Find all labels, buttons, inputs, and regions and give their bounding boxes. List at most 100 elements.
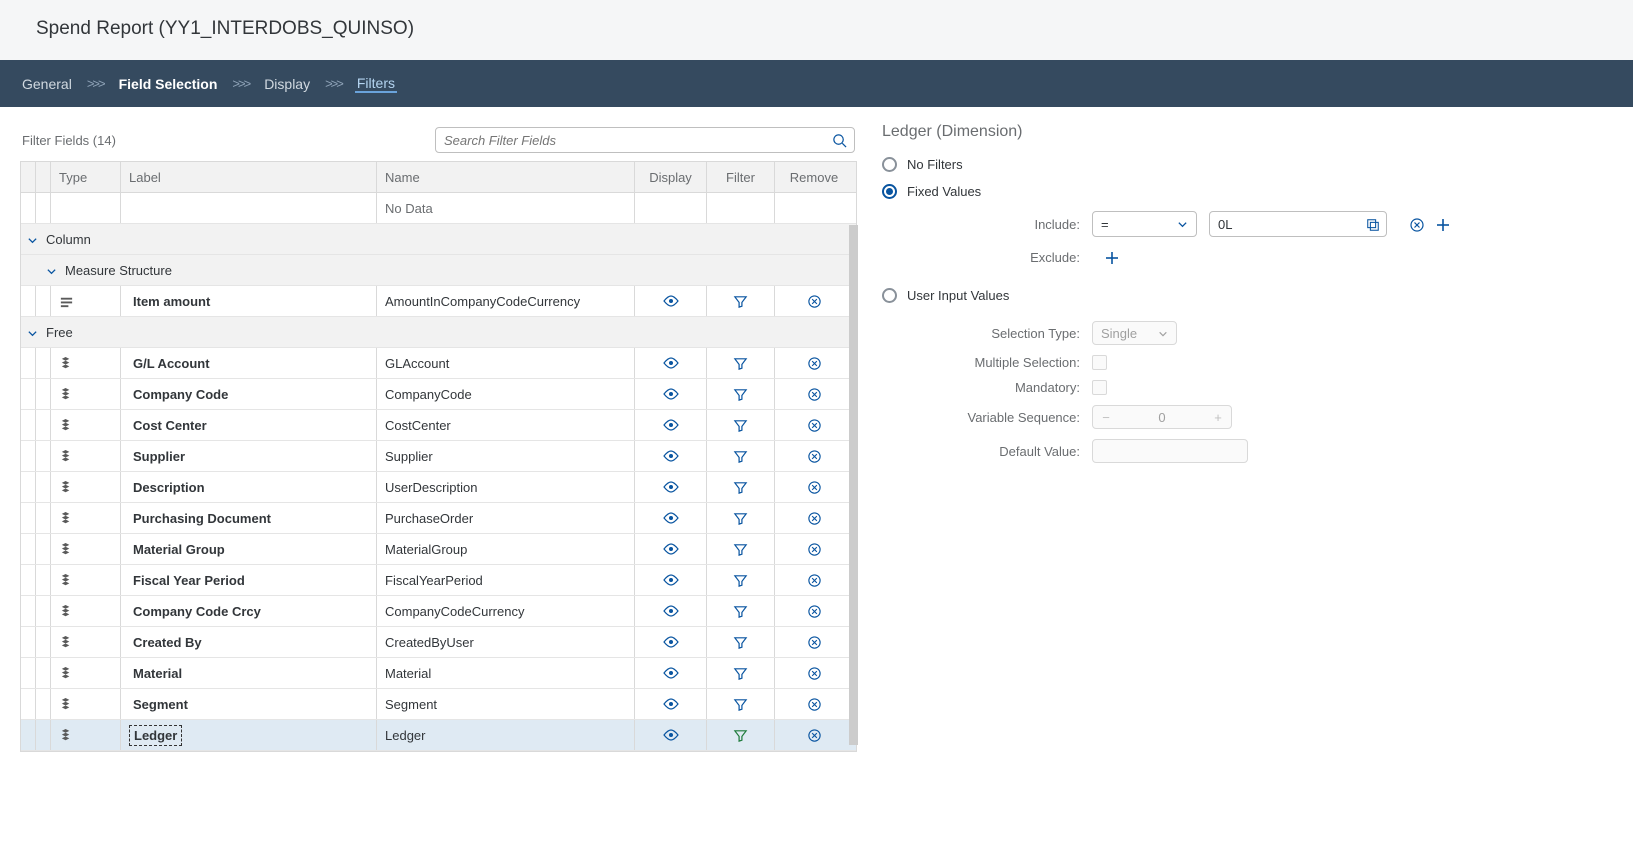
remove-icon[interactable] <box>807 665 822 681</box>
scrollbar[interactable] <box>849 225 858 745</box>
display-toggle-icon[interactable] <box>663 479 679 496</box>
display-toggle-icon[interactable] <box>663 603 679 620</box>
filter-icon[interactable] <box>733 510 748 526</box>
col-type[interactable]: Type <box>51 162 121 192</box>
display-toggle-icon[interactable] <box>663 355 679 372</box>
table-row[interactable]: G/L AccountGLAccount <box>21 348 856 379</box>
remove-icon[interactable] <box>807 417 822 433</box>
filter-icon[interactable] <box>733 417 748 433</box>
table-row[interactable]: SegmentSegment <box>21 689 856 720</box>
filter-icon[interactable] <box>733 727 748 743</box>
filter-fields-table: Type Label Name Display Filter Remove No… <box>20 161 857 752</box>
filter-icon[interactable] <box>733 355 748 371</box>
table-row[interactable]: Company Code CrcyCompanyCodeCurrency <box>21 596 856 627</box>
radio-fixed-values[interactable]: Fixed Values <box>882 184 1603 199</box>
display-toggle-icon[interactable] <box>663 665 679 682</box>
group-row[interactable]: Measure Structure <box>21 255 856 286</box>
col-name[interactable]: Name <box>377 162 635 192</box>
display-toggle-icon[interactable] <box>663 386 679 403</box>
table-row[interactable]: LedgerLedger <box>21 720 856 751</box>
group-row[interactable]: Column <box>21 224 856 255</box>
filter-icon[interactable] <box>733 634 748 650</box>
col-remove[interactable]: Remove <box>775 162 853 192</box>
table-row[interactable]: Cost CenterCostCenter <box>21 410 856 441</box>
chevron-down-icon[interactable] <box>27 232 38 247</box>
add-exclude-icon[interactable] <box>1104 247 1120 268</box>
remove-icon[interactable] <box>807 510 822 526</box>
value-input[interactable]: 0L <box>1209 211 1387 237</box>
row-label: G/L Account <box>129 354 214 373</box>
col-filter[interactable]: Filter <box>707 162 775 192</box>
table-row[interactable]: Company CodeCompanyCode <box>21 379 856 410</box>
table-row[interactable]: MaterialMaterial <box>21 658 856 689</box>
table-row[interactable]: DescriptionUserDescription <box>21 472 856 503</box>
remove-icon[interactable] <box>807 479 822 495</box>
filter-icon[interactable] <box>733 448 748 464</box>
default-value-label: Default Value: <box>882 444 1092 459</box>
remove-icon[interactable] <box>807 696 822 712</box>
group-row[interactable]: Free <box>21 317 856 348</box>
display-toggle-icon[interactable] <box>663 634 679 651</box>
table-row[interactable]: Purchasing DocumentPurchaseOrder <box>21 503 856 534</box>
nav-filters[interactable]: Filters <box>355 75 397 93</box>
table-row[interactable]: Item amountAmountInCompanyCodeCurrency <box>21 286 856 317</box>
stepper-minus-icon: − <box>1093 410 1119 425</box>
filter-icon[interactable] <box>733 603 748 619</box>
display-toggle-icon[interactable] <box>663 696 679 713</box>
remove-icon[interactable] <box>807 448 822 464</box>
nav-field-selection[interactable]: Field Selection <box>117 76 220 92</box>
display-toggle-icon[interactable] <box>663 541 679 558</box>
multiple-selection-checkbox <box>1092 355 1107 370</box>
filter-icon[interactable] <box>733 541 748 557</box>
add-condition-icon[interactable] <box>1435 215 1451 232</box>
row-label: Ledger <box>129 725 182 746</box>
nav-display[interactable]: Display <box>262 76 312 92</box>
radio-no-filters[interactable]: No Filters <box>882 157 1603 172</box>
chevron-right-icon: >>> <box>232 76 249 91</box>
row-label: Item amount <box>129 292 214 311</box>
remove-icon[interactable] <box>807 634 822 650</box>
table-row[interactable]: SupplierSupplier <box>21 441 856 472</box>
remove-icon[interactable] <box>807 727 822 743</box>
row-label: Created By <box>129 633 206 652</box>
filter-icon[interactable] <box>733 386 748 402</box>
col-display[interactable]: Display <box>635 162 707 192</box>
remove-icon[interactable] <box>807 386 822 402</box>
table-row[interactable]: Fiscal Year PeriodFiscalYearPeriod <box>21 565 856 596</box>
filter-icon[interactable] <box>733 696 748 712</box>
remove-icon[interactable] <box>807 355 822 371</box>
value-help-icon[interactable] <box>1366 216 1380 232</box>
row-name: CreatedByUser <box>377 627 635 657</box>
remove-icon[interactable] <box>807 293 822 309</box>
filter-icon[interactable] <box>733 293 748 309</box>
row-name: MaterialGroup <box>377 534 635 564</box>
col-label[interactable]: Label <box>121 162 377 192</box>
display-toggle-icon[interactable] <box>663 417 679 434</box>
wizard-nav: General >>> Field Selection >>> Display … <box>0 60 1633 107</box>
remove-icon[interactable] <box>807 572 822 588</box>
remove-icon[interactable] <box>807 603 822 619</box>
operator-select[interactable]: = <box>1092 211 1197 237</box>
display-toggle-icon[interactable] <box>663 293 679 310</box>
remove-condition-icon[interactable] <box>1409 215 1425 232</box>
nav-general[interactable]: General <box>20 76 74 92</box>
search-input[interactable] <box>435 127 855 153</box>
display-toggle-icon[interactable] <box>663 510 679 527</box>
filter-icon[interactable] <box>733 572 748 588</box>
search-icon[interactable] <box>832 132 847 148</box>
display-toggle-icon[interactable] <box>663 727 679 744</box>
filter-icon[interactable] <box>733 665 748 681</box>
table-row[interactable]: Created By CreatedByUser <box>21 627 856 658</box>
chevron-down-icon[interactable] <box>46 263 57 278</box>
display-toggle-icon[interactable] <box>663 572 679 589</box>
radio-user-input[interactable]: User Input Values <box>882 288 1603 303</box>
table-row[interactable]: Material GroupMaterialGroup <box>21 534 856 565</box>
chevron-down-icon[interactable] <box>27 325 38 340</box>
filter-icon[interactable] <box>733 479 748 495</box>
dimension-icon <box>59 727 74 743</box>
row-label: Fiscal Year Period <box>129 571 249 590</box>
remove-icon[interactable] <box>807 541 822 557</box>
no-data-row: No Data <box>21 193 856 224</box>
display-toggle-icon[interactable] <box>663 448 679 465</box>
row-name: Material <box>377 658 635 688</box>
